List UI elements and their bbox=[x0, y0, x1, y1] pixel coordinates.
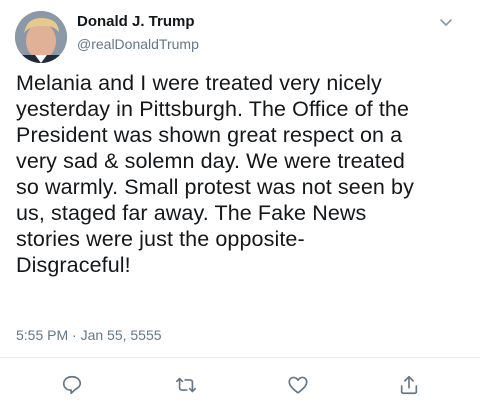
reply-icon bbox=[62, 375, 82, 395]
tweet-text: Melania and I were treated very nicely y… bbox=[16, 71, 414, 277]
share-button[interactable] bbox=[396, 372, 422, 398]
divider bbox=[0, 357, 480, 358]
tweet-card: Donald J. Trump @realDonaldTrump Melania… bbox=[0, 0, 480, 410]
avatar[interactable] bbox=[15, 11, 67, 63]
author-name[interactable]: Donald J. Trump bbox=[77, 13, 195, 30]
action-bar bbox=[0, 372, 480, 398]
share-icon bbox=[400, 375, 418, 395]
reply-button[interactable] bbox=[59, 372, 85, 398]
retweet-icon bbox=[176, 377, 196, 393]
chevron-down-icon[interactable] bbox=[436, 12, 456, 32]
heart-icon bbox=[288, 376, 308, 394]
like-button[interactable] bbox=[285, 372, 311, 398]
retweet-button[interactable] bbox=[173, 372, 199, 398]
avatar-image bbox=[15, 11, 67, 63]
tweet-timestamp[interactable]: 5:55 PM · Jan 55, 5555 bbox=[16, 327, 162, 343]
author-handle[interactable]: @realDonaldTrump bbox=[77, 36, 199, 52]
